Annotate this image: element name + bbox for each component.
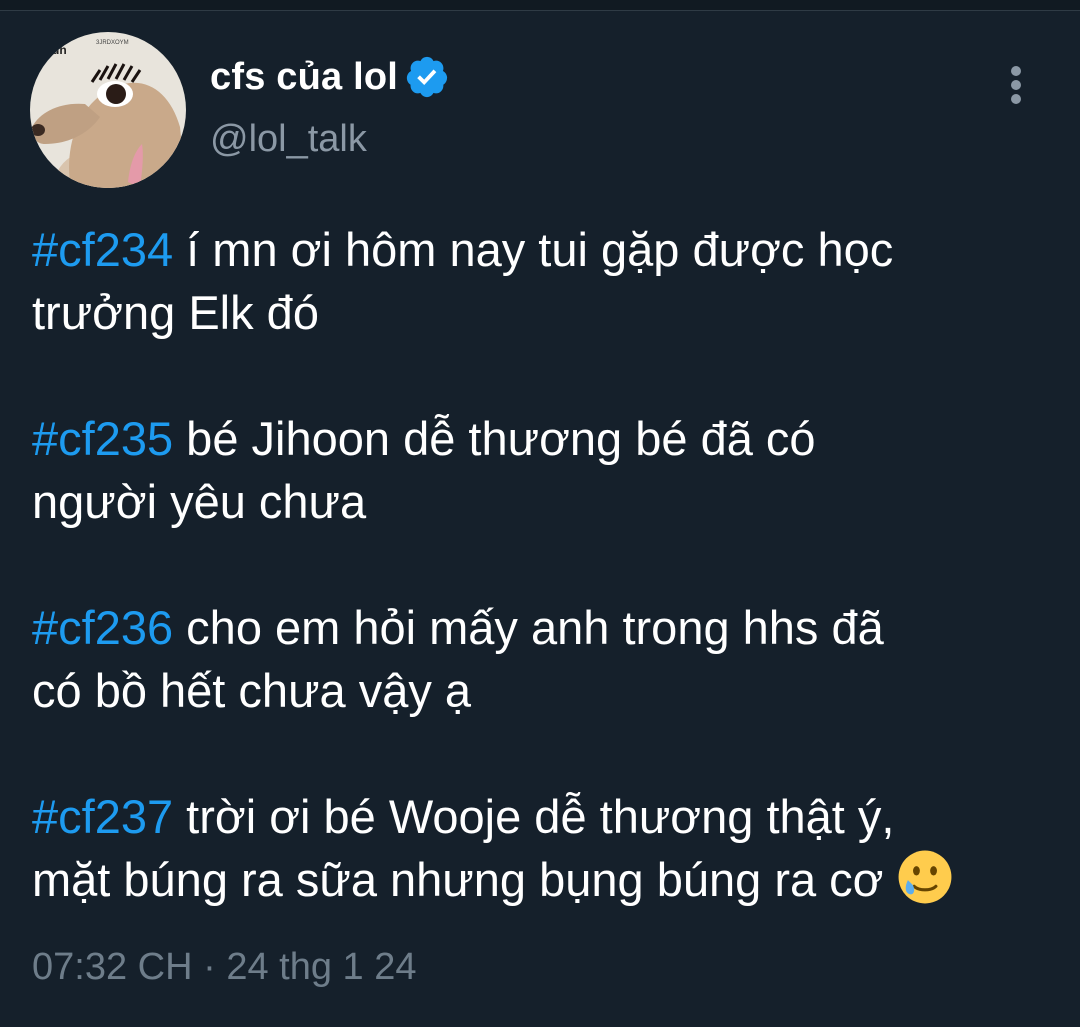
svg-text:3JRDXOYM: 3JRDXOYM bbox=[96, 40, 129, 46]
hashtag-link[interactable]: #cf237 bbox=[32, 790, 173, 843]
author-handle[interactable]: @lol_talk bbox=[210, 118, 367, 161]
svg-text:uh: uh bbox=[52, 43, 67, 57]
tweet-text: #cf234 í mn ơi hôm nay tui gặp được học … bbox=[32, 218, 1052, 911]
smiling-face-with-tear-emoji-icon bbox=[898, 850, 952, 904]
tweet-time: 07:32 CH bbox=[32, 946, 193, 988]
confession-paragraph: #cf235 bé Jihoon dễ thương bé đã có ngườ… bbox=[32, 407, 1052, 533]
confession-paragraph: #cf234 í mn ơi hôm nay tui gặp được học … bbox=[32, 218, 1052, 344]
confession-paragraph: #cf237 trời ơi bé Wooje dễ thương thật ý… bbox=[32, 785, 1052, 911]
meta-separator: · bbox=[192, 946, 227, 988]
dog-avatar-image: uh 3JRDXOYM bbox=[30, 32, 186, 188]
hashtag-link[interactable]: #cf236 bbox=[32, 601, 173, 654]
tweet-timestamp[interactable]: 07:32 CH · 24 thg 1 24 bbox=[32, 946, 417, 989]
author-avatar[interactable]: uh 3JRDXOYM bbox=[30, 32, 186, 188]
author-name-row: cfs của lol bbox=[210, 52, 450, 102]
hashtag-link[interactable]: #cf234 bbox=[32, 223, 173, 276]
tweet-date: 24 thg 1 24 bbox=[226, 946, 417, 988]
hashtag-link[interactable]: #cf235 bbox=[32, 412, 173, 465]
author-display-name[interactable]: cfs của lol bbox=[210, 56, 398, 99]
confession-paragraph: #cf236 cho em hỏi mấy anh trong hhs đã c… bbox=[32, 596, 1052, 722]
top-divider bbox=[0, 0, 1080, 11]
more-options-icon[interactable] bbox=[996, 62, 1036, 106]
verified-badge-icon bbox=[406, 56, 448, 98]
